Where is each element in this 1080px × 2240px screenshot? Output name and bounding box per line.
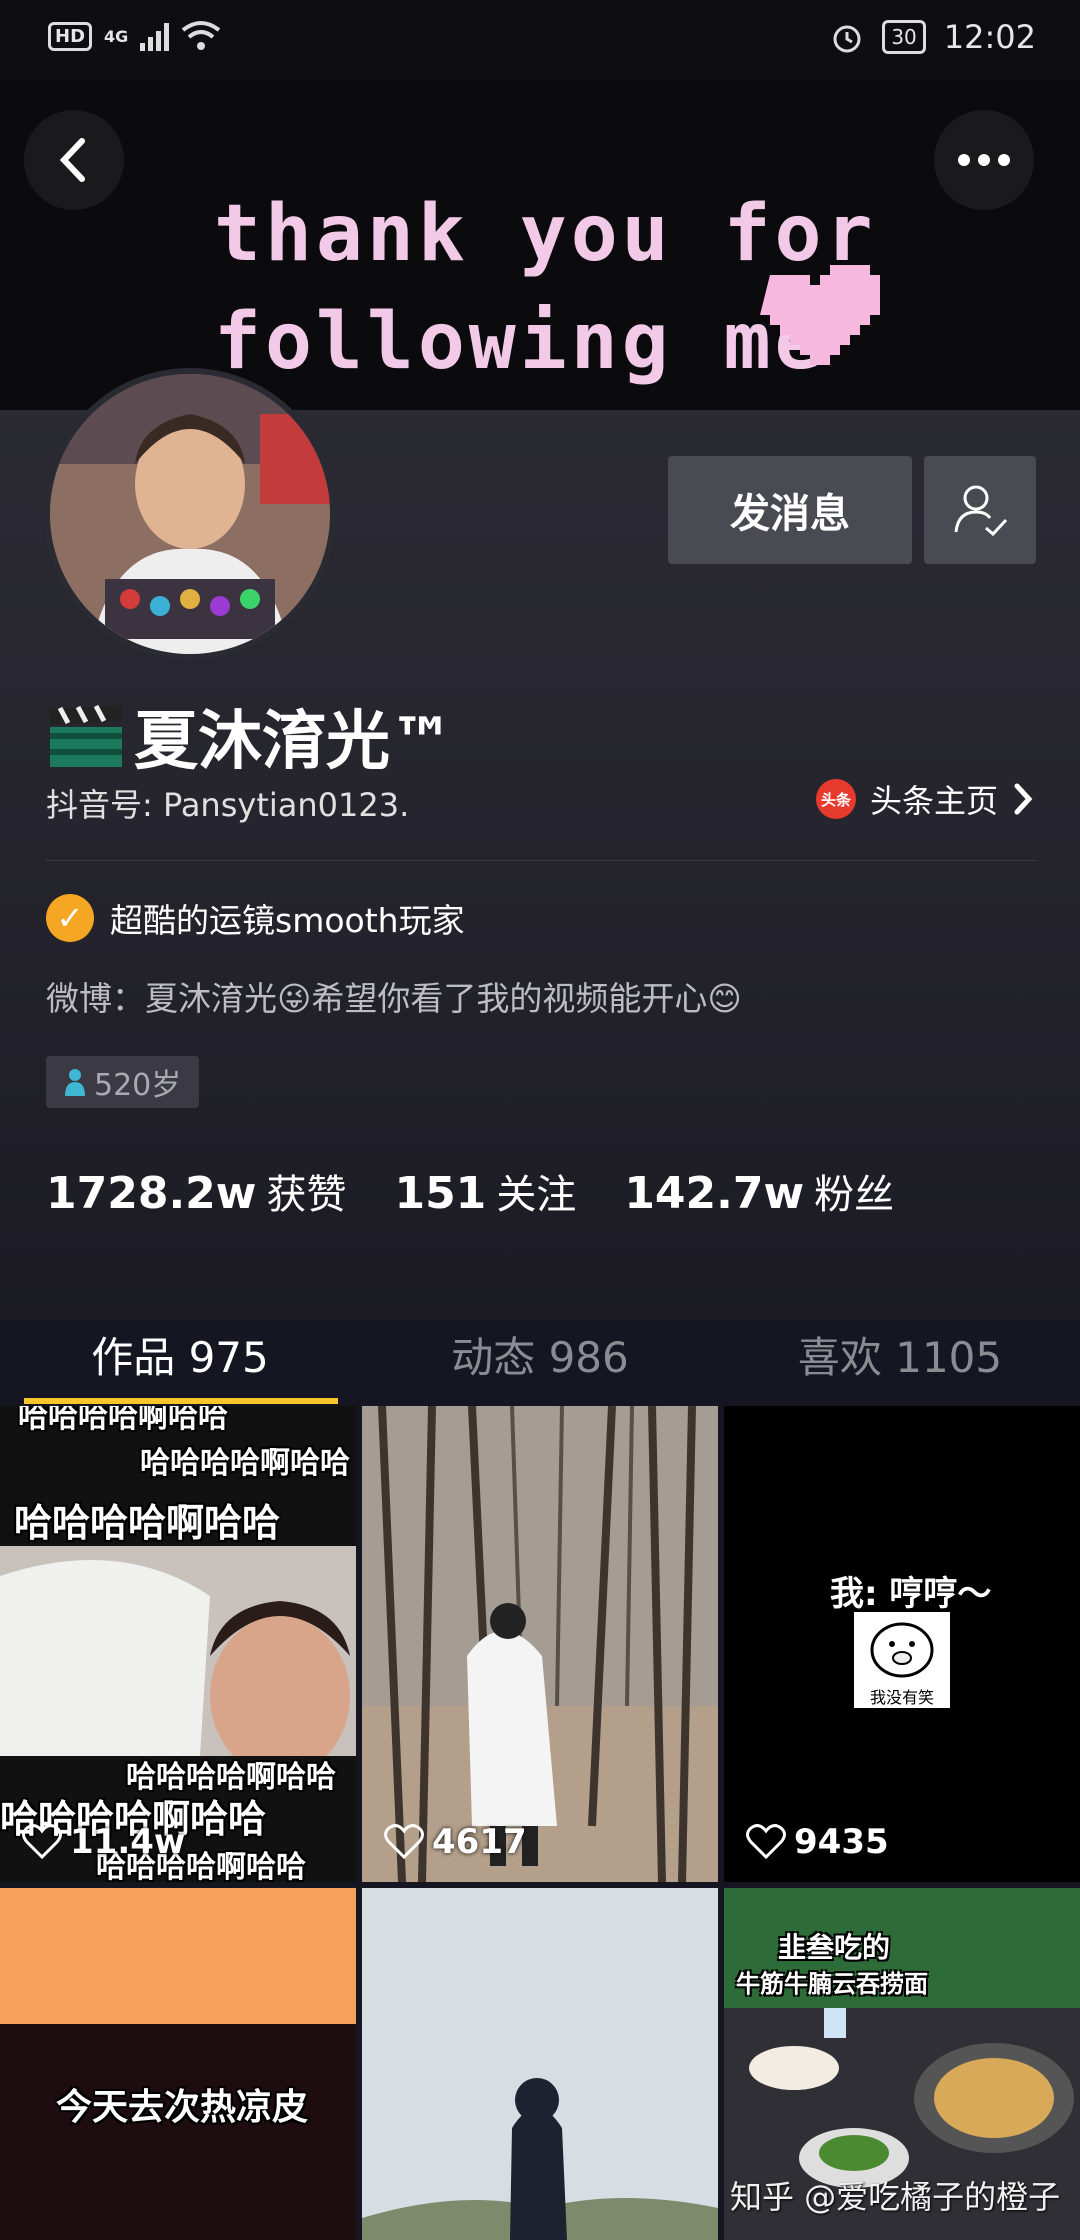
sticker-text: 我没有笑 xyxy=(869,1688,934,1707)
video-grid: 哈哈哈哈啊哈哈 哈哈哈哈啊哈哈 哈哈哈哈啊哈哈 哈哈哈哈啊哈哈 哈哈哈哈啊哈哈 … xyxy=(0,1406,1080,2240)
sticker-image: 我没有笑 xyxy=(854,1612,950,1708)
video-cover xyxy=(362,1406,718,1882)
video-caption: 哈哈哈哈啊哈哈 xyxy=(14,1501,281,1545)
back-button[interactable] xyxy=(24,110,124,210)
douyin-id: 抖音号: Pansytian0123. xyxy=(46,786,410,824)
avatar[interactable] xyxy=(44,368,336,660)
more-icon xyxy=(958,154,1010,166)
video-caption: 牛筋牛腩云吞捞面 xyxy=(736,1970,928,1998)
tab-likes[interactable]: 喜欢 1105 xyxy=(720,1324,1080,1385)
content-tabs: 作品 975 动态 986 喜欢 1105 xyxy=(0,1320,1080,1406)
video-caption: 哈哈哈哈啊哈哈 xyxy=(18,1406,228,1435)
signal-icon xyxy=(140,21,170,51)
stat-following[interactable]: 151 关注 xyxy=(394,1162,576,1220)
stat-followers[interactable]: 142.7w 粉丝 xyxy=(624,1162,894,1220)
video-caption: 我: 哼哼～ xyxy=(830,1574,992,1614)
video-thumbnail[interactable]: 我: 哼哼～ 我没有笑 9435 xyxy=(724,1406,1080,1882)
clapperboard-icon xyxy=(50,704,122,767)
more-button[interactable] xyxy=(934,110,1034,210)
tab-updates[interactable]: 动态 986 xyxy=(360,1324,720,1385)
chevron-left-icon xyxy=(59,138,85,182)
chevron-right-icon xyxy=(1014,783,1033,815)
avatar-photo xyxy=(50,374,330,654)
following-status-button[interactable] xyxy=(924,456,1036,564)
age-text: 520岁 xyxy=(94,1068,182,1103)
video-thumbnail[interactable] xyxy=(362,1888,718,2240)
profile-name: 夏沐淯光™ xyxy=(46,690,454,782)
like-count: 4617 xyxy=(384,1822,527,1862)
profile-banner: thank you for following me xyxy=(0,80,1080,410)
heart-outline-icon xyxy=(384,1824,424,1860)
toutiao-logo-icon: 头条 xyxy=(815,779,856,819)
person-icon xyxy=(65,1069,85,1096)
verification-text: 超酷的运镜smooth玩家 xyxy=(110,901,465,940)
like-count: 9435 xyxy=(746,1822,889,1862)
heart-icon xyxy=(760,265,880,365)
user-check-icon xyxy=(954,485,1008,537)
hd-badge: HD xyxy=(48,21,93,51)
verification-row: ✓ 超酷的运镜smooth玩家 xyxy=(46,894,465,942)
stats-row: 1728.2w 获赞 151 关注 142.7w 粉丝 xyxy=(46,1162,894,1220)
watermark: 知乎 @爱吃橘子的橙子 xyxy=(730,2178,1061,2216)
video-cover xyxy=(362,1888,718,2240)
active-tab-indicator xyxy=(24,1398,338,1404)
pig-face-icon xyxy=(870,1622,934,1678)
toutiao-link-label: 头条主页 xyxy=(869,782,998,820)
profile-name-text: 夏沐淯光™ xyxy=(134,705,454,779)
clock: 12:02 xyxy=(943,18,1036,56)
video-caption: 韭叁吃的 xyxy=(778,1931,891,1964)
age-badge: 520岁 xyxy=(46,1056,200,1108)
bio: 微博：夏沐淯光😜希望你看了我的视频能开心😊 xyxy=(46,979,742,1018)
verified-icon: ✓ xyxy=(46,894,94,942)
divider xyxy=(46,860,1036,861)
video-thumbnail[interactable]: 4617 xyxy=(362,1406,718,1882)
battery-indicator: 30 xyxy=(882,20,926,54)
status-bar: HD 4G 30 12:02 xyxy=(0,0,1080,80)
alarm-icon xyxy=(833,25,861,53)
heart-outline-icon xyxy=(746,1824,786,1860)
tab-works[interactable]: 作品 975 xyxy=(0,1324,360,1385)
wifi-icon xyxy=(182,21,221,50)
send-message-button[interactable]: 发消息 xyxy=(668,456,912,564)
network-type: 4G xyxy=(104,26,129,46)
like-count: 11.4w xyxy=(22,1822,185,1862)
video-thumbnail[interactable]: 哈哈哈哈啊哈哈 哈哈哈哈啊哈哈 哈哈哈哈啊哈哈 哈哈哈哈啊哈哈 哈哈哈哈啊哈哈 … xyxy=(0,1406,356,1882)
video-caption: 哈哈哈哈啊哈哈 xyxy=(140,1446,350,1481)
video-caption: 今天去次热凉皮 xyxy=(56,2087,309,2128)
stat-likes[interactable]: 1728.2w 获赞 xyxy=(46,1162,346,1220)
video-thumbnail[interactable]: 今天去次热凉皮 xyxy=(0,1888,356,2240)
heart-outline-icon xyxy=(22,1824,62,1860)
toutiao-homepage-link[interactable]: 头条 头条主页 xyxy=(815,776,1034,822)
